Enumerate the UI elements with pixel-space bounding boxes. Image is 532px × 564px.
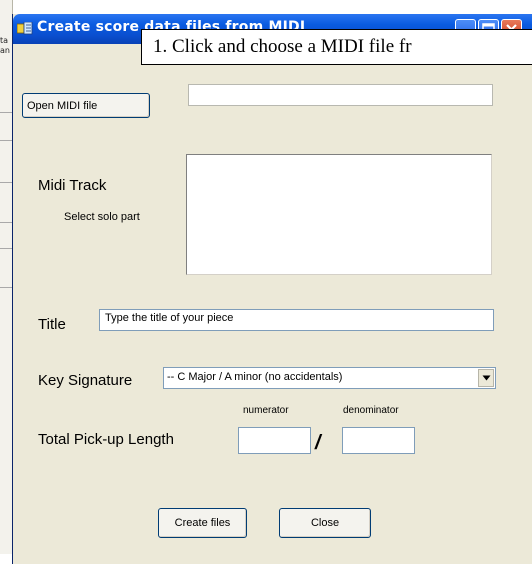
instruction-callout: 1. Click and choose a MIDI file fr [141,29,532,65]
title-input[interactable]: Type the title of your piece [99,309,494,331]
denominator-label: denominator [343,405,399,416]
background-divider [0,287,12,288]
close-button-label: Close [310,517,340,529]
create-files-label: Create files [174,517,231,529]
key-signature-label: Key Signature [38,372,133,389]
open-midi-file-label: Open MIDI file [27,99,98,112]
denominator-input[interactable] [342,427,415,454]
pickup-length-label: Total Pick-up Length [38,431,174,448]
app-icon [16,21,33,35]
midi-track-label: Midi Track [38,177,107,194]
instruction-text: 1. Click and choose a MIDI file fr [153,36,412,57]
midi-track-listbox[interactable] [186,154,492,275]
open-midi-file-button[interactable]: Open MIDI file [22,93,150,118]
background-divider [0,140,12,141]
create-files-button[interactable]: Create files [158,508,247,538]
background-divider [0,182,12,183]
midi-track-hint: Select solo part [64,211,140,223]
numerator-label: numerator [243,405,289,416]
close-button[interactable]: Close [279,508,371,538]
title-label: Title [38,316,66,333]
background-divider [0,248,12,249]
fraction-separator: / [315,432,321,454]
background-text: an [0,46,10,55]
key-signature-value: -- C Major / A minor (no accidentals) [167,371,343,383]
background-text: ta [0,36,9,45]
background-divider [0,222,12,223]
title-input-value: Type the title of your piece [105,312,234,324]
dialog-body: Open MIDI file Midi Track Select solo pa… [13,44,532,564]
create-score-dialog: Create score data files from MIDI Open M… [12,14,532,564]
numerator-input[interactable] [238,427,311,454]
midi-file-path-field[interactable] [188,84,493,106]
background-divider [0,112,12,113]
key-signature-select[interactable]: -- C Major / A minor (no accidentals) [163,367,496,389]
dropdown-arrow-icon[interactable] [478,369,494,387]
